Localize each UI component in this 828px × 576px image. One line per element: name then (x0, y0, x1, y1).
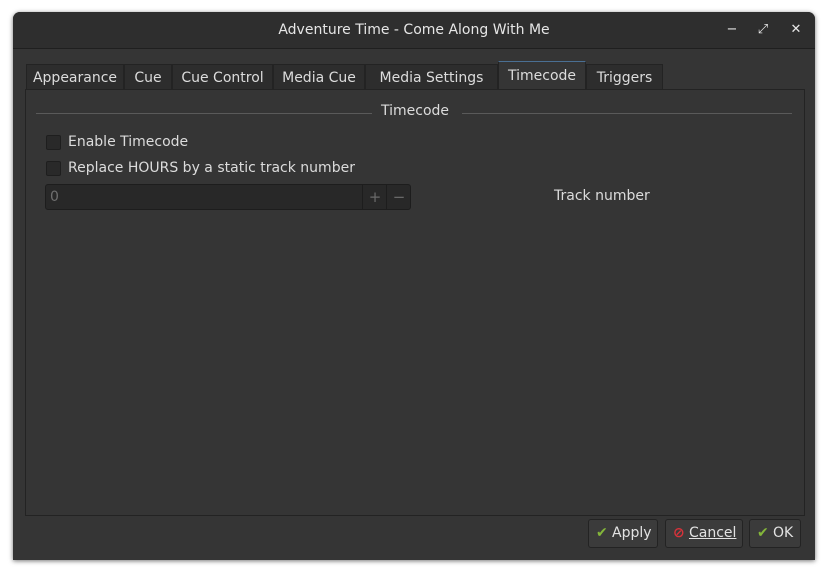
checkmark-icon: ✔ (757, 525, 769, 541)
ok-label: OK (773, 525, 794, 541)
checkmark-icon: ✔ (596, 525, 608, 541)
apply-button[interactable]: ✔ Apply (588, 519, 658, 548)
tab-timecode[interactable]: Timecode (498, 61, 586, 90)
track-number-spinbox[interactable]: 0 + − (45, 184, 411, 210)
replace-hours-checkbox[interactable] (46, 161, 61, 176)
tab-appearance[interactable]: Appearance (26, 64, 124, 90)
tab-cue-control[interactable]: Cue Control (172, 64, 273, 90)
window-title: Adventure Time - Come Along With Me (278, 22, 550, 38)
apply-label: Apply (612, 525, 652, 541)
cancel-icon: ⊘ (673, 525, 685, 541)
replace-hours-label: Replace HOURS by a static track number (68, 160, 355, 176)
title-bar[interactable]: Adventure Time - Come Along With Me − ⤢ … (13, 12, 815, 49)
timecode-panel: Timecode Enable Timecode Replace HOURS b… (25, 89, 805, 516)
tab-cue[interactable]: Cue (124, 64, 172, 90)
settings-dialog: Adventure Time - Come Along With Me − ⤢ … (13, 12, 815, 560)
tab-media-settings[interactable]: Media Settings (365, 64, 498, 90)
tab-media-cue[interactable]: Media Cue (273, 64, 365, 90)
cancel-button[interactable]: ⊘ Cancel (665, 519, 743, 548)
minimize-button[interactable]: − (722, 20, 742, 40)
maximize-button[interactable]: ⤢ (753, 20, 773, 40)
track-number-label: Track number (554, 188, 650, 204)
track-number-value[interactable]: 0 (50, 185, 59, 209)
cancel-label: Cancel (689, 525, 737, 541)
increment-button[interactable]: + (362, 185, 387, 209)
group-title: Timecode (380, 103, 450, 119)
group-divider-left (36, 113, 372, 114)
enable-timecode-checkbox[interactable] (46, 135, 61, 150)
decrement-button[interactable]: − (386, 185, 411, 209)
close-button[interactable]: ✕ (786, 20, 806, 40)
enable-timecode-label: Enable Timecode (68, 134, 189, 150)
tab-triggers[interactable]: Triggers (586, 64, 663, 90)
ok-button[interactable]: ✔ OK (749, 519, 801, 548)
group-divider-right (462, 113, 792, 114)
